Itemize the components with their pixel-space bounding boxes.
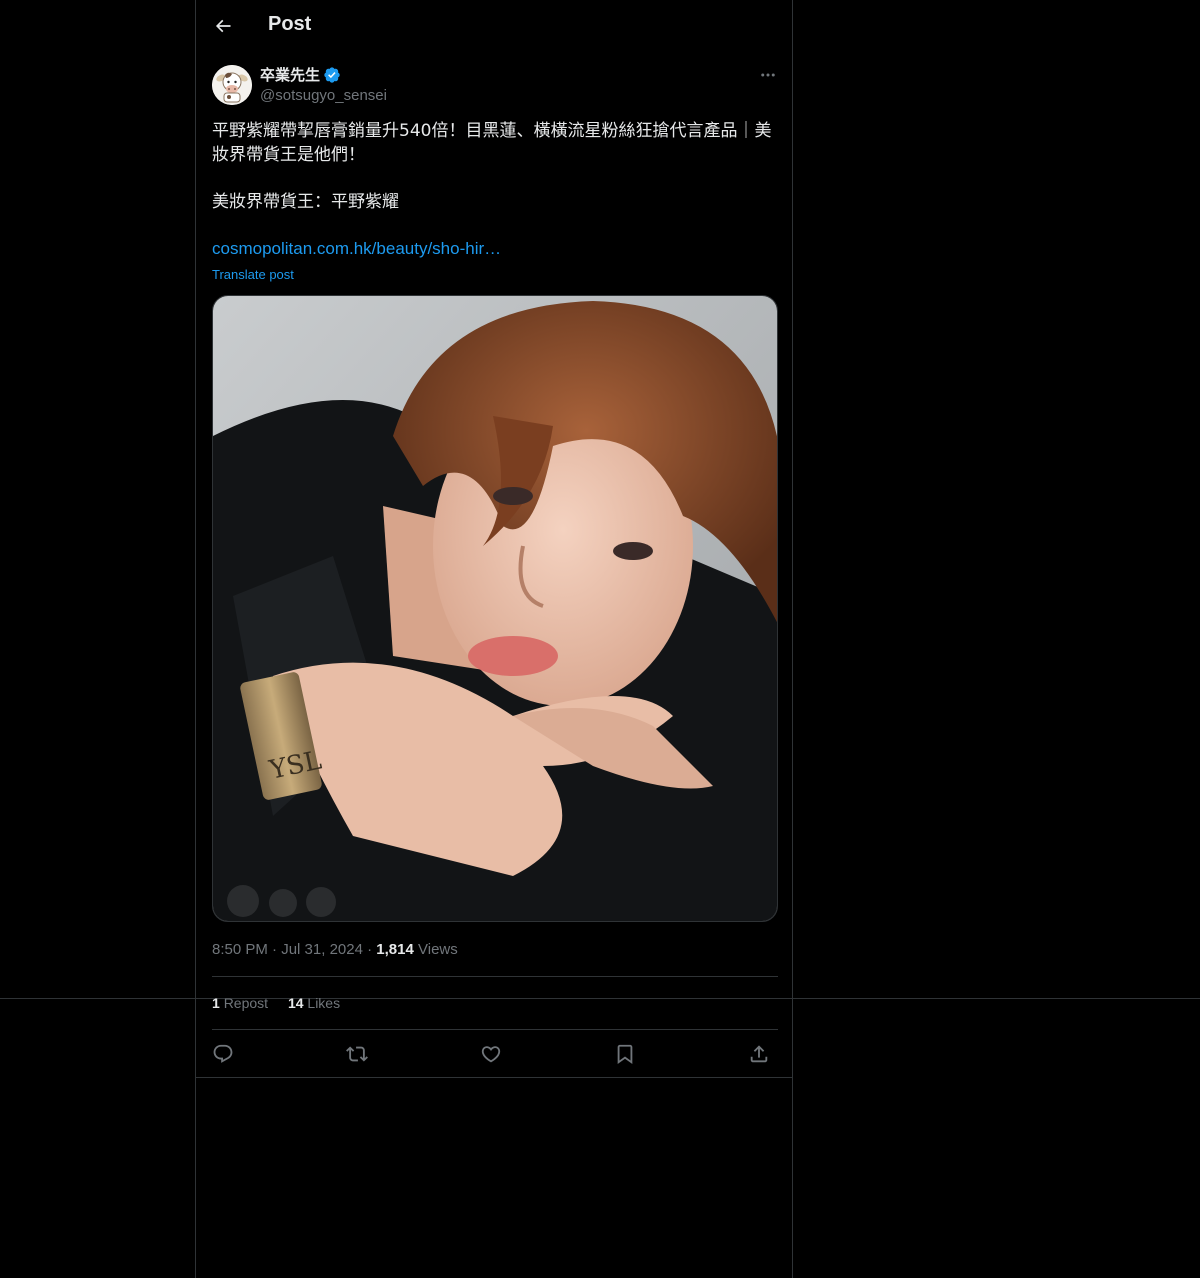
author-handle[interactable]: @sotsugyo_sensei: [260, 87, 387, 104]
share-icon: [750, 1045, 768, 1063]
post-text: 平野紫耀帶挈唇膏銷量升540倍！目黑蓮、橫橫流星粉絲狂搶代言產品｜美 妝界帶貨王…: [212, 119, 778, 214]
post-text-line: 美妝界帶貨王：平野紫耀: [212, 192, 399, 212]
post-image[interactable]: YSL: [212, 295, 778, 922]
share-button[interactable]: [746, 1041, 772, 1067]
post-link[interactable]: cosmopolitan.com.hk/beauty/sho-hir…: [212, 239, 501, 259]
post-text-line: 妝界帶貨王是他們！: [212, 145, 365, 165]
engagement-stats: 1 Repost 14 Likes: [212, 995, 356, 1011]
page-header: Post: [196, 0, 792, 54]
views-label: Views: [418, 941, 458, 958]
reply-icon: [213, 1044, 233, 1063]
arrow-left-icon: [215, 19, 231, 33]
repost-button[interactable]: [344, 1041, 370, 1067]
post-date[interactable]: Jul 31, 2024: [281, 941, 363, 958]
cow-avatar-icon: [212, 65, 252, 105]
avatar[interactable]: [212, 65, 252, 105]
like-button[interactable]: [478, 1041, 504, 1067]
likes-label: Likes: [307, 995, 341, 1011]
reply-button[interactable]: [210, 1041, 236, 1067]
page-title: Post: [268, 13, 312, 35]
post-meta: 8:50 PM · Jul 31, 2024 · 1,814 Views: [212, 941, 458, 958]
repost-icon: [346, 1046, 368, 1062]
like-icon: [481, 1046, 501, 1063]
divider: [212, 1029, 778, 1030]
post-time[interactable]: 8:50 PM: [212, 941, 268, 958]
divider: [212, 976, 778, 977]
bookmark-button[interactable]: [612, 1041, 638, 1067]
post-text-line: 平野紫耀帶挈唇膏銷量升540倍！目黑蓮、橫橫流星粉絲狂搶代言產品｜美: [212, 121, 772, 141]
post-column: Post 卒業先生 @sotsugyo_sensei 平野紫耀帶挈唇膏銷量升54…: [195, 0, 793, 1278]
reposts-label: Repost: [223, 995, 269, 1011]
divider: [196, 1077, 792, 1078]
bookmark-icon: [617, 1044, 633, 1065]
author-display-name[interactable]: 卒業先生: [260, 64, 341, 85]
author-info: 卒業先生 @sotsugyo_sensei: [260, 64, 387, 104]
more-options-button[interactable]: [756, 64, 780, 86]
portrait-photo: YSL: [213, 296, 777, 921]
reposts-stat[interactable]: 1 Repost: [212, 995, 268, 1011]
back-button[interactable]: [206, 9, 240, 43]
more-dots-icon: [761, 73, 775, 77]
likes-count: 14: [287, 995, 304, 1011]
action-bar: [212, 1041, 778, 1065]
views-count: 1,814: [376, 941, 414, 958]
translate-post-link[interactable]: Translate post: [212, 267, 294, 282]
reposts-count: 1: [212, 995, 220, 1011]
likes-stat[interactable]: 14 Likes: [288, 995, 340, 1011]
verified-badge-icon: [324, 66, 340, 83]
display-name-text: 卒業先生: [260, 67, 321, 84]
